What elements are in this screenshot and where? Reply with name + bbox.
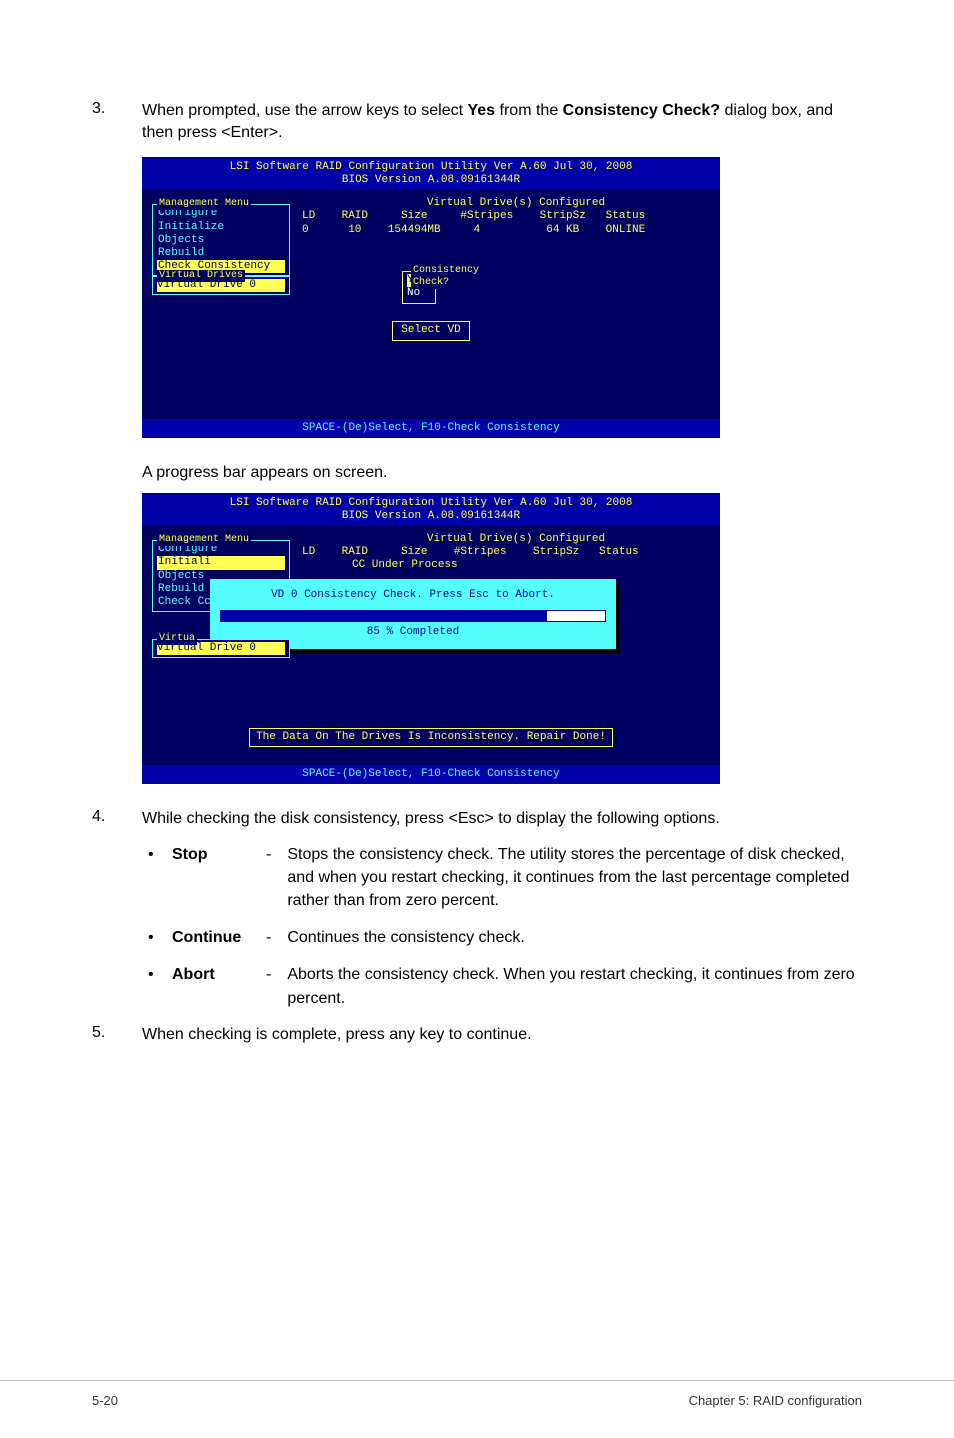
text-fragment: When prompted, use the arrow keys to sel… [142, 102, 467, 119]
table-header: LD RAID Size #Stripes StripSz Status [302, 546, 710, 559]
bios-screenshot-2: LSI Software RAID Configuration Utility … [142, 493, 720, 785]
management-menu-title: Management Menu [157, 198, 251, 210]
step-5-text: When checking is complete, press any key… [142, 1024, 862, 1046]
separator: - [266, 843, 271, 913]
virtual-drives-box: Virtual Drives Virtual Drive 0 [152, 276, 290, 295]
step-4: 4. While checking the disk consistency, … [92, 808, 862, 830]
dialog-option-no[interactable]: No [407, 287, 427, 300]
virtual-drives-title: Virtual Drives [157, 270, 245, 282]
select-vd-button[interactable]: Select VD [392, 321, 469, 340]
progress-bar-fill [221, 611, 547, 621]
bios-title-line1: LSI Software RAID Configuration Utility … [142, 497, 720, 510]
bullet-icon: • [148, 843, 156, 913]
page-footer: 5-20 Chapter 5: RAID configuration [0, 1380, 954, 1408]
progress-message: VD 0 Consistency Check. Press Esc to Abo… [220, 589, 606, 602]
progress-caption: A progress bar appears on screen. [92, 462, 862, 484]
dialog-title: Consistency Check? [411, 265, 481, 289]
virtual-drives-box: Virtua Virtual Drive 0 [152, 639, 290, 658]
text-bold: Consistency Check? [563, 102, 720, 119]
step-3: 3. When prompted, use the arrow keys to … [92, 100, 862, 145]
step-number: 3. [92, 100, 142, 145]
option-name: Abort [172, 963, 250, 1009]
text-fragment: from the [495, 102, 563, 119]
menu-item-objects[interactable]: Objects [157, 234, 285, 247]
bullet-icon: • [148, 926, 156, 949]
management-menu-title: Management Menu [157, 534, 251, 546]
bios-title-line1: LSI Software RAID Configuration Utility … [142, 161, 720, 174]
option-description: Aborts the consistency check. When you r… [287, 963, 862, 1009]
step-4-text: While checking the disk consistency, pre… [142, 808, 862, 830]
option-list: • Stop - Stops the consistency check. Th… [92, 843, 862, 1010]
step-number: 4. [92, 808, 142, 830]
bios-screenshot-1: LSI Software RAID Configuration Utility … [142, 157, 720, 439]
bios-title: LSI Software RAID Configuration Utility … [142, 157, 720, 189]
step-number: 5. [92, 1024, 142, 1046]
management-menu: Management Menu Configure Initialize Obj… [152, 204, 290, 276]
bios-body: Virtual Drive(s) Configured Management M… [142, 525, 720, 765]
option-name: Stop [172, 843, 250, 913]
separator: - [266, 926, 271, 949]
step-3-text: When prompted, use the arrow keys to sel… [142, 100, 862, 145]
option-abort: • Abort - Aborts the consistency check. … [148, 963, 862, 1009]
cc-under-process: CC Under Process [352, 559, 710, 572]
page-number: 5-20 [92, 1393, 118, 1408]
text-bold: Yes [467, 102, 495, 119]
vd-configured-label: Virtual Drive(s) Configured [322, 197, 710, 210]
bullet-icon: • [148, 963, 156, 1009]
bios-title: LSI Software RAID Configuration Utility … [142, 493, 720, 525]
table-row: 0 10 154494MB 4 64 KB ONLINE [302, 224, 710, 237]
progress-bar [220, 610, 606, 622]
option-description: Continues the consistency check. [287, 926, 862, 949]
option-name: Continue [172, 926, 250, 949]
menu-item-initialize[interactable]: Initialize [157, 221, 285, 234]
bios-title-line2: BIOS Version A.08.09161344R [142, 174, 720, 187]
virtual-drives-title: Virtua [157, 633, 197, 645]
option-continue: • Continue - Continues the consistency c… [148, 926, 862, 949]
chapter-title: Chapter 5: RAID configuration [689, 1393, 862, 1408]
menu-item-initialize[interactable]: Initiali [157, 556, 285, 569]
consistency-check-dialog: Consistency Check? Yes No [402, 271, 436, 303]
table-header: LD RAID Size #Stripes StripSz Status [302, 210, 710, 223]
menu-item-rebuild[interactable]: Rebuild [157, 247, 285, 260]
repair-done-message: The Data On The Drives Is Inconsistency.… [249, 728, 613, 747]
bios-body: Virtual Drive(s) Configured Management M… [142, 189, 720, 419]
option-stop: • Stop - Stops the consistency check. Th… [148, 843, 862, 913]
step-5: 5. When checking is complete, press any … [92, 1024, 862, 1046]
option-description: Stops the consistency check. The utility… [287, 843, 862, 913]
separator: - [266, 963, 271, 1009]
vd-configured-label: Virtual Drive(s) Configured [322, 533, 710, 546]
progress-percent: 85 % Completed [220, 626, 606, 639]
bios-footer: SPACE-(De)Select, F10-Check Consistency [142, 765, 720, 784]
bios-title-line2: BIOS Version A.08.09161344R [142, 510, 720, 523]
bios-footer: SPACE-(De)Select, F10-Check Consistency [142, 419, 720, 438]
